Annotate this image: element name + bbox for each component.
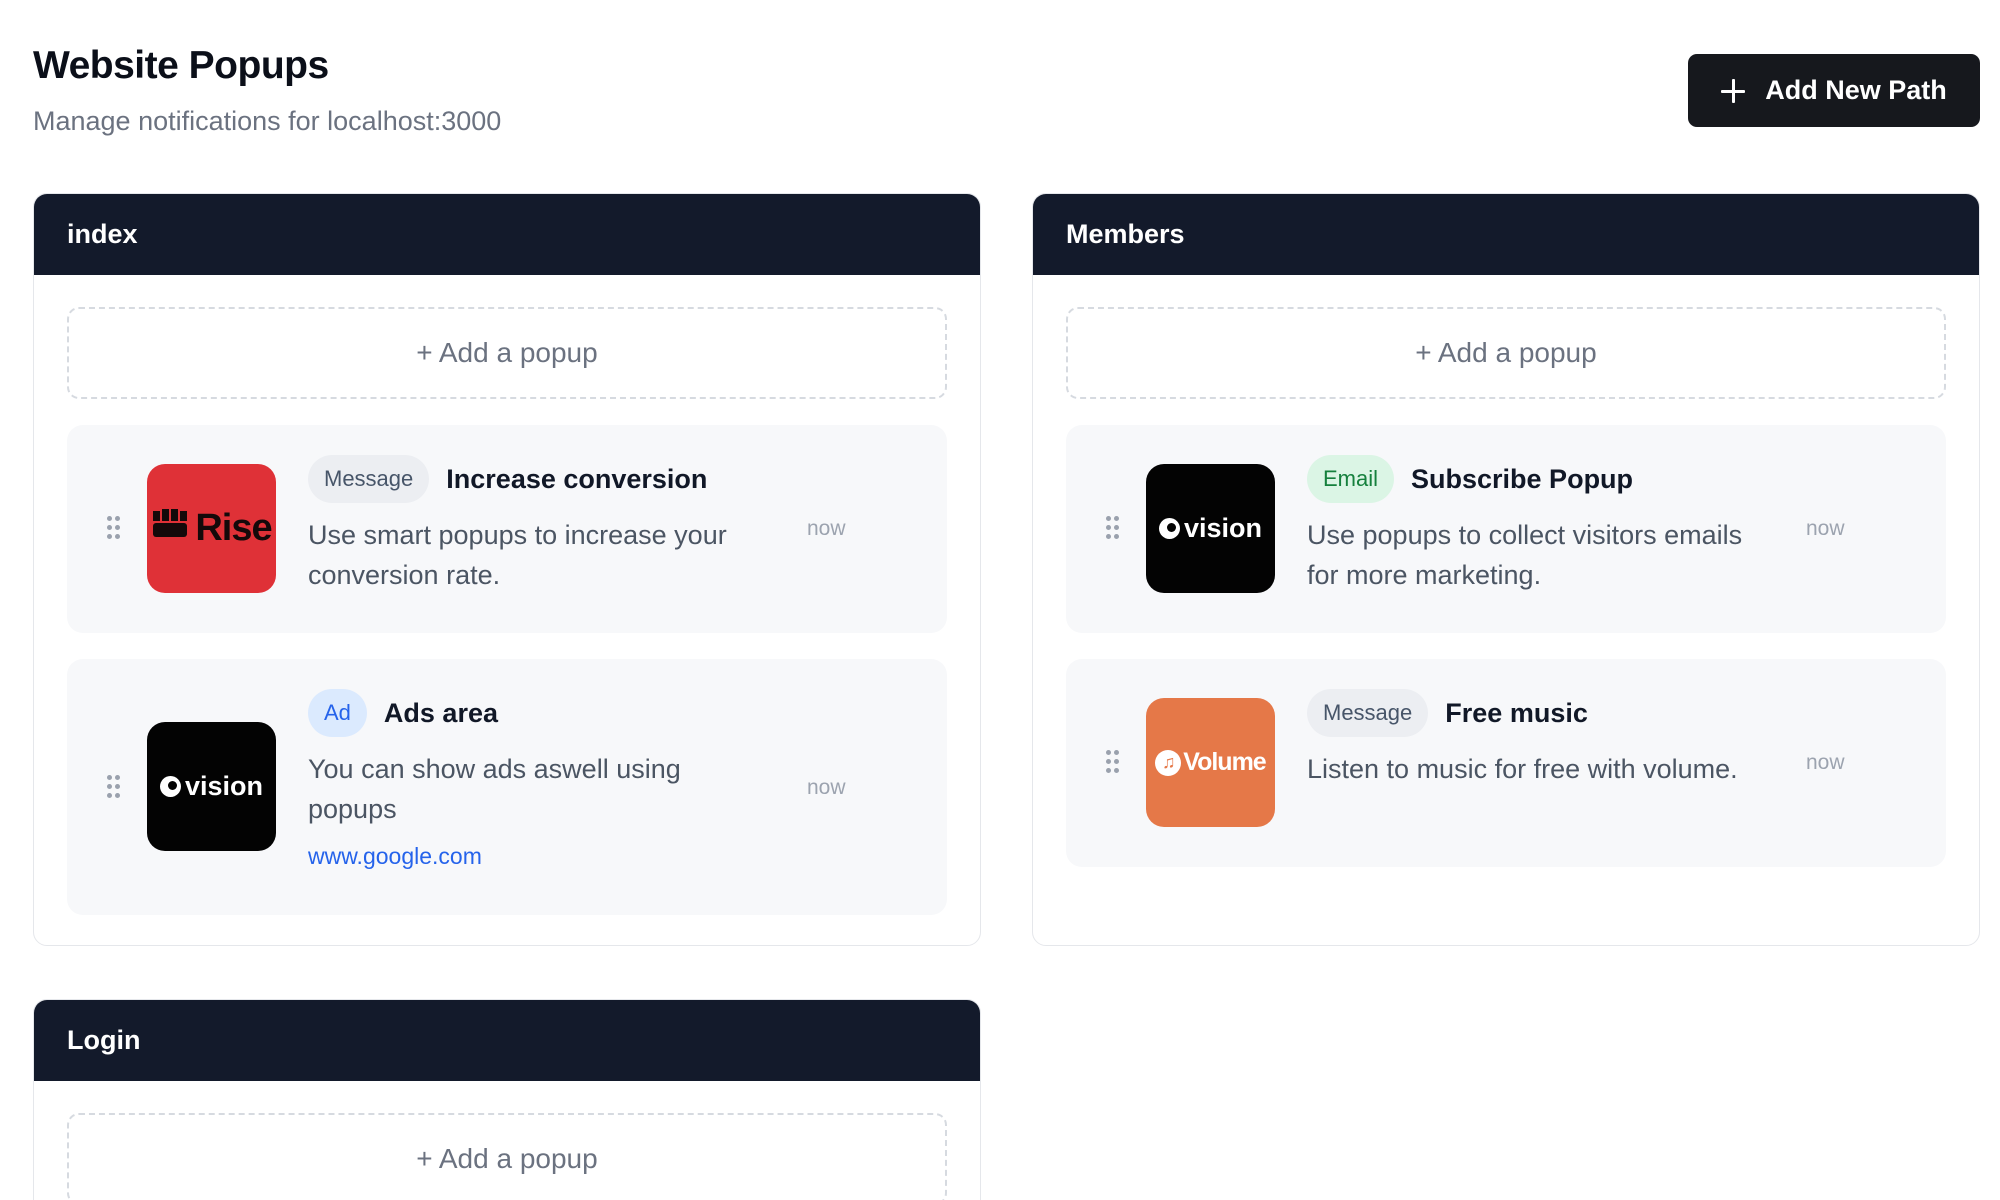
add-new-path-label: Add New Path	[1765, 75, 1947, 105]
popup-description: You can show ads aswell using popups	[308, 754, 681, 824]
popup-description: Use smart popups to increase your conver…	[308, 520, 727, 590]
path-header: Members	[1033, 194, 1979, 275]
path-card-login: Login + Add a popup	[33, 999, 981, 1200]
eye-icon	[1158, 518, 1180, 539]
popup-description: Listen to music for free with volume.	[1307, 754, 1738, 784]
popup-item[interactable]: ♫ Volume Message Free music Listen to mu…	[1066, 659, 1946, 867]
drag-handle-icon[interactable]	[107, 516, 121, 540]
page-header: Website Popups Manage notifications for …	[33, 44, 501, 137]
drag-handle-icon[interactable]	[1106, 750, 1120, 774]
vision-logo: vision	[147, 722, 276, 851]
music-note-icon: ♫	[1155, 749, 1182, 776]
tag-ad: Ad	[308, 689, 367, 737]
volume-logo: ♫ Volume	[1146, 698, 1275, 827]
popup-item[interactable]: vision Ad Ads area You can show ads aswe…	[67, 659, 947, 915]
popup-content: Message Increase conversion Use smart po…	[308, 455, 767, 595]
vision-logo-text: vision	[184, 771, 264, 801]
page-title: Website Popups	[33, 44, 329, 87]
popup-content: Message Free music Listen to music for f…	[1307, 689, 1766, 789]
add-popup-button[interactable]: + Add a popup	[1066, 307, 1946, 399]
popup-title: Ads area	[383, 697, 498, 728]
add-popup-button[interactable]: + Add a popup	[67, 1113, 947, 1200]
popup-content: Email Subscribe Popup Use popups to coll…	[1307, 455, 1766, 595]
popup-time: now	[1806, 517, 1845, 540]
volume-logo-text: Volume	[1183, 748, 1266, 776]
popup-title: Increase conversion	[446, 463, 708, 494]
path-card-index: index + Add a popup Rise Message Increas…	[33, 193, 981, 946]
path-body: + Add a popup vision Email Subscribe Pop…	[1033, 275, 1979, 900]
path-body: + Add a popup Rise Message Increase conv…	[34, 275, 980, 945]
popup-item[interactable]: vision Email Subscribe Popup Use popups …	[1066, 425, 1946, 633]
rise-logo: Rise	[147, 464, 276, 593]
eye-icon	[159, 776, 181, 797]
tag-message: Message	[1307, 689, 1429, 737]
tag-email: Email	[1307, 455, 1395, 503]
popup-title: Free music	[1445, 697, 1588, 728]
drag-handle-icon[interactable]	[107, 775, 121, 799]
tag-message: Message	[308, 455, 430, 503]
popup-time: now	[1806, 751, 1845, 774]
path-header: Login	[34, 1000, 980, 1081]
drag-handle-icon[interactable]	[1106, 516, 1120, 540]
popup-time: now	[807, 517, 846, 540]
popup-item[interactable]: Rise Message Increase conversion Use sma…	[67, 425, 947, 633]
rise-logo-text: Rise	[195, 507, 272, 549]
page-subtitle: Manage notifications for localhost:3000	[33, 106, 502, 136]
path-header: index	[34, 194, 980, 275]
popup-time: now	[807, 776, 846, 799]
vision-logo-text: vision	[1183, 513, 1263, 543]
add-new-path-button[interactable]: Add New Path	[1688, 54, 1980, 127]
add-popup-button[interactable]: + Add a popup	[67, 307, 947, 399]
popup-content: Ad Ads area You can show ads aswell usin…	[308, 689, 767, 870]
path-card-members: Members + Add a popup vision Email Subsc…	[1032, 193, 1980, 946]
path-body: + Add a popup	[34, 1081, 980, 1200]
fist-icon	[151, 507, 191, 551]
vision-logo: vision	[1146, 464, 1275, 593]
popup-title: Subscribe Popup	[1411, 463, 1634, 494]
popup-description: Use popups to collect visitors emails fo…	[1307, 520, 1743, 590]
popup-link[interactable]: www.google.com	[308, 843, 482, 870]
plus-icon	[1721, 78, 1746, 103]
